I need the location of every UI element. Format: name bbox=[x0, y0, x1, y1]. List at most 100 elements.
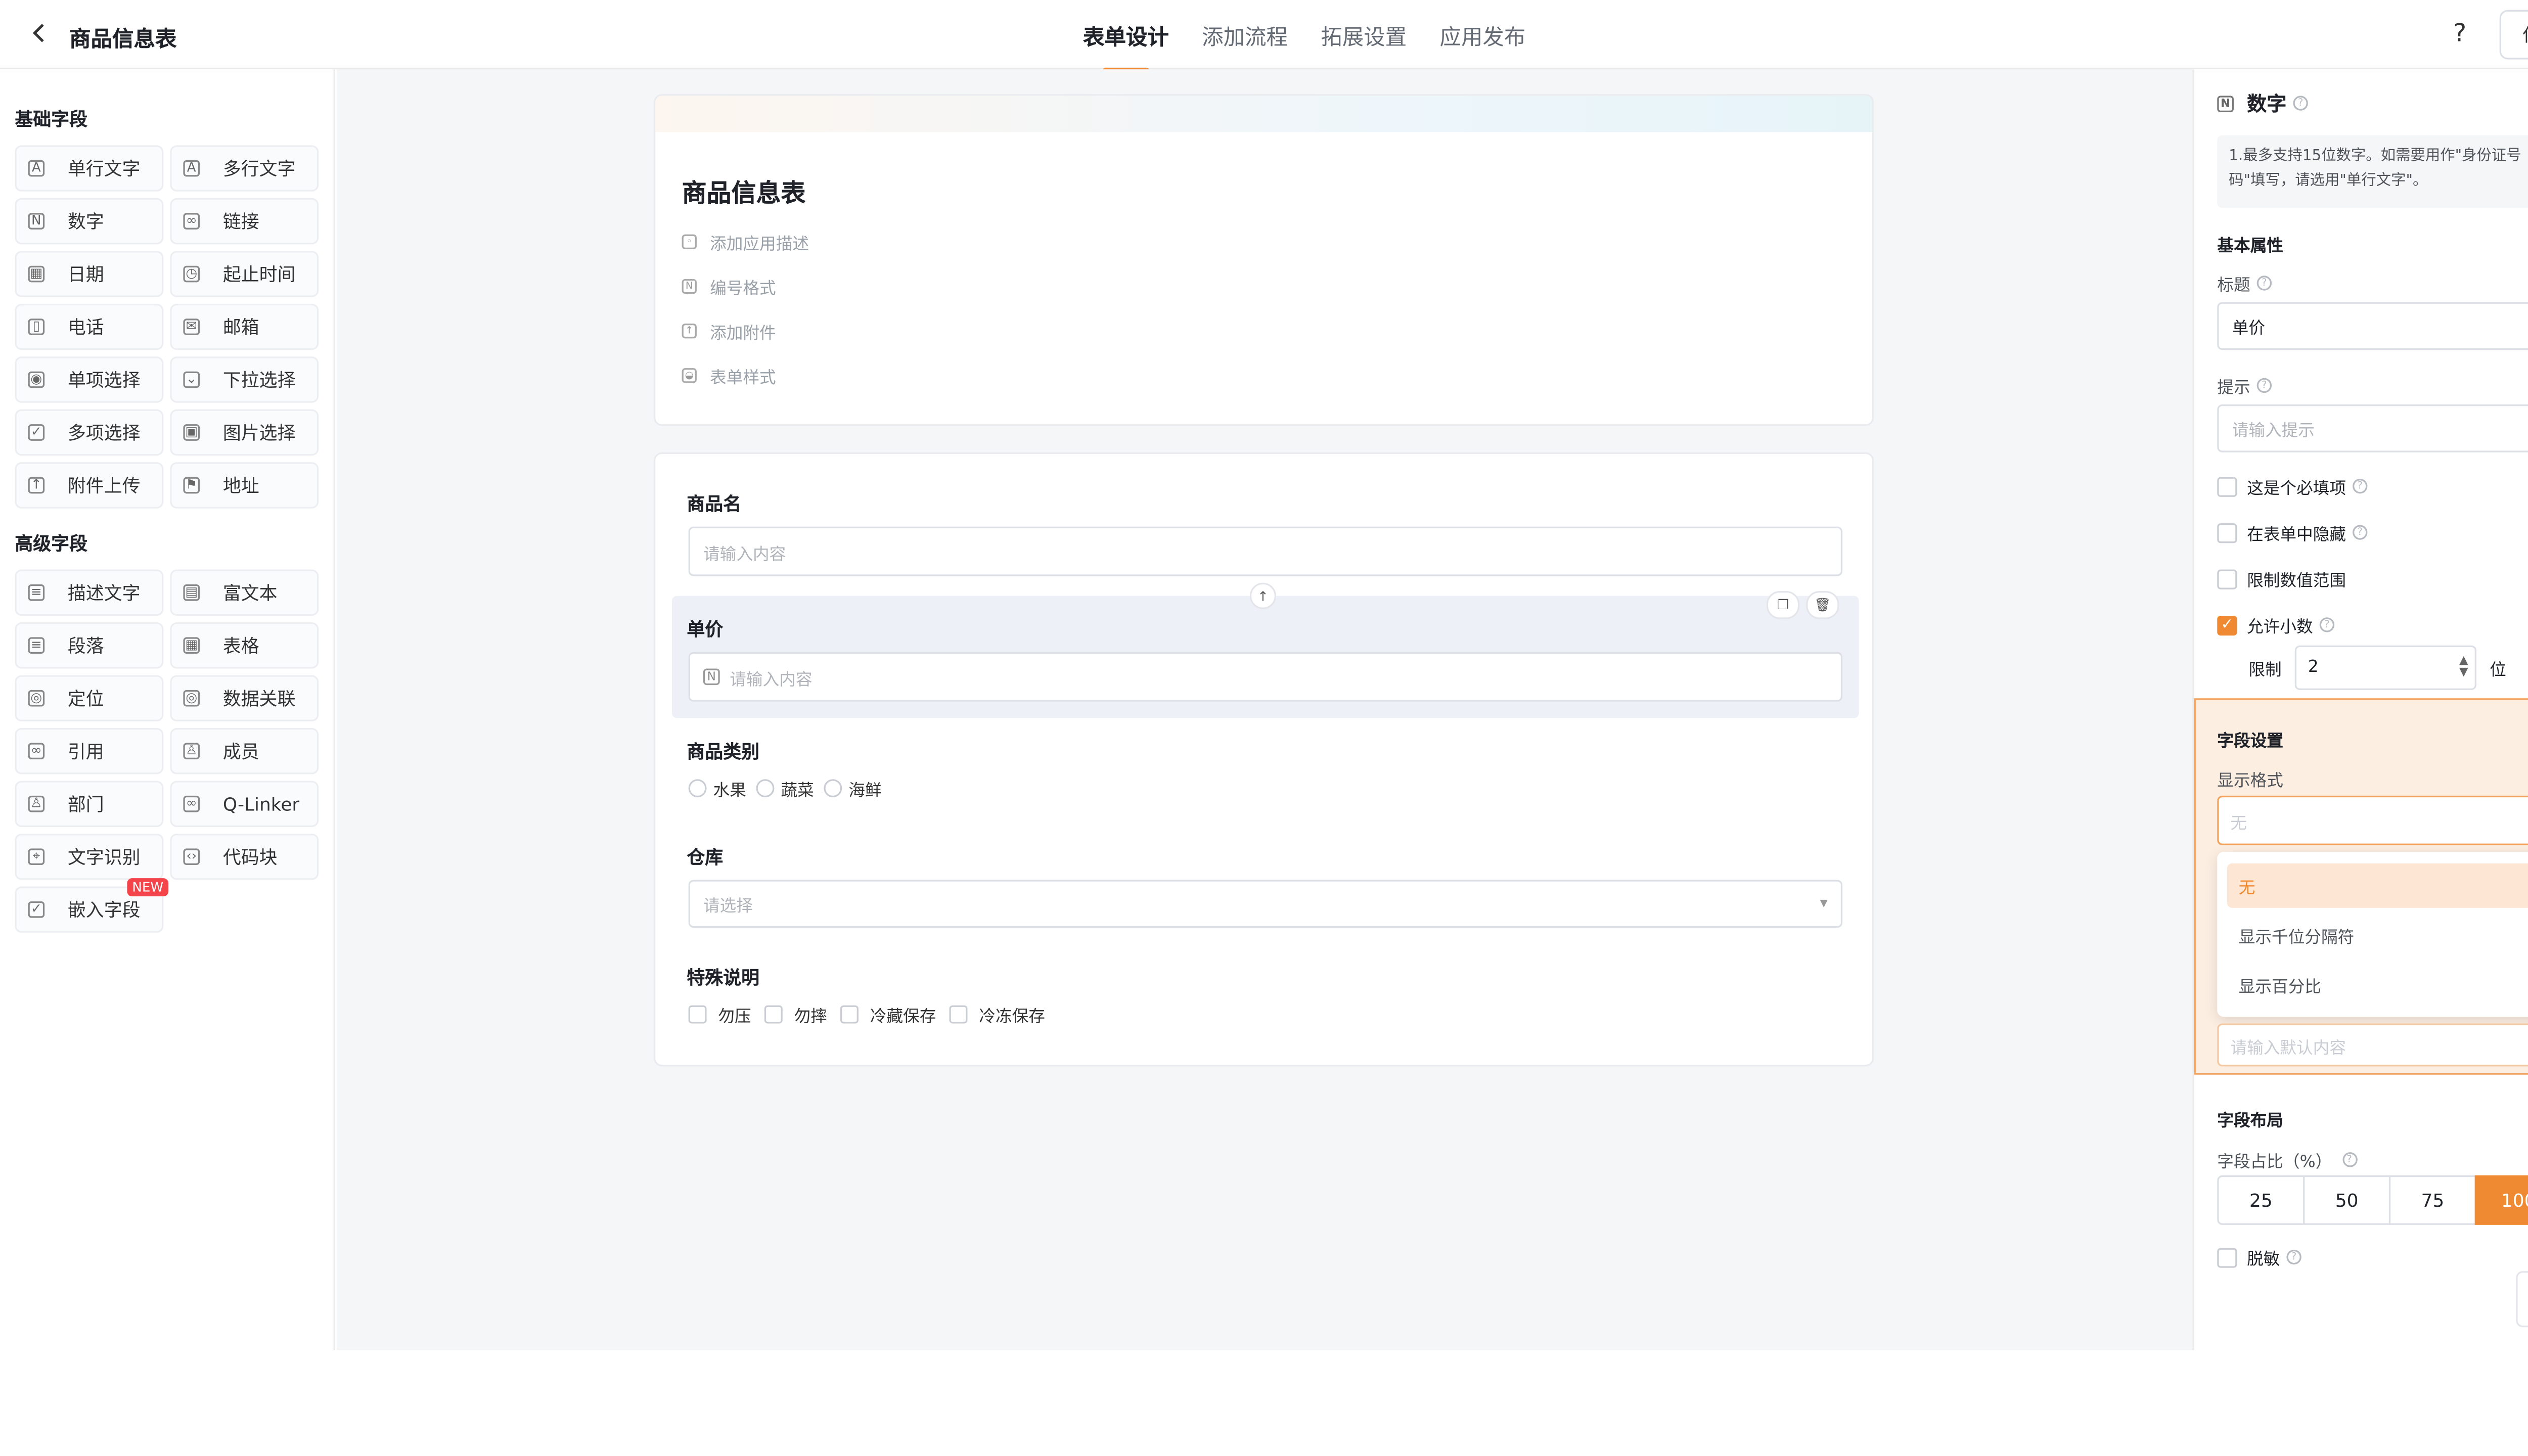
field-item-phone[interactable]: ▯ 电话 bbox=[15, 303, 164, 350]
dropdown-option[interactable]: 显示千位分隔符 bbox=[2227, 913, 2528, 958]
field-item-data-link[interactable]: ◎ 数据关联 bbox=[170, 675, 319, 721]
limit-unit: 位 bbox=[2490, 662, 2506, 680]
field-item-ocr[interactable]: ⌖ 文字识别 bbox=[15, 833, 164, 880]
help-icon[interactable]: ? bbox=[2353, 478, 2368, 494]
field-item-embed[interactable]: ✓ 嵌入字段 NEW bbox=[15, 878, 169, 933]
field-item-number[interactable]: N 数字 bbox=[15, 198, 164, 245]
radio-option[interactable]: 水果 bbox=[688, 776, 746, 801]
tab-publish[interactable]: 应用发布 bbox=[1439, 20, 1525, 69]
title-label: 标题? bbox=[2217, 271, 2272, 295]
field-item-single-line-text[interactable]: A 单行文字 bbox=[15, 145, 164, 192]
form-canvas: 商品信息表 ◦ 添加应用描述 N 编号格式 ↑ 添加附件 ◒ 表单样式 商品名 请输入内… bbox=[337, 69, 2193, 1351]
ratio-option[interactable]: 100 bbox=[2474, 1175, 2528, 1225]
allow-decimal-checkbox[interactable]: ✓ 允许小数? bbox=[2217, 612, 2335, 637]
checkbox-option[interactable]: 冷冻保存 bbox=[949, 1002, 1045, 1027]
field-item-code-block[interactable]: ‹› 代码块 bbox=[170, 833, 319, 880]
tab-extension-settings[interactable]: 拓展设置 bbox=[1321, 20, 1407, 69]
field-item-time-range[interactable]: ◷ 起止时间 bbox=[170, 251, 319, 297]
copy-icon[interactable]: ❐ bbox=[1766, 590, 1800, 619]
upload-icon: ↑ bbox=[28, 477, 45, 494]
field-item-description[interactable]: ≡ 描述文字 bbox=[15, 569, 164, 616]
display-format-label: 显示格式 bbox=[2217, 772, 2283, 791]
help-icon[interactable]: ? bbox=[2453, 18, 2466, 48]
field-item-single-choice[interactable]: ◉ 单项选择 bbox=[15, 356, 164, 403]
field-item-multi-line-text[interactable]: A 多行文字 bbox=[170, 145, 319, 192]
location-icon: ⚑ bbox=[183, 477, 200, 494]
ratio-option[interactable]: 50 bbox=[2303, 1175, 2391, 1225]
field-item-dropdown[interactable]: ⌄ 下拉选择 bbox=[170, 356, 319, 403]
q-linker-icon: ∞ bbox=[183, 795, 200, 812]
add-description-link[interactable]: ◦ 添加应用描述 bbox=[682, 230, 809, 254]
limit-range-checkbox[interactable]: 限制数值范围 bbox=[2217, 566, 2346, 591]
department-icon: ♙ bbox=[28, 795, 45, 812]
radio-circle bbox=[756, 779, 775, 798]
move-up-icon[interactable]: ↑ bbox=[1249, 582, 1277, 609]
product-name-input[interactable]: 请输入内容 bbox=[688, 526, 1843, 576]
title-input[interactable]: 单价 bbox=[2217, 302, 2528, 350]
field-settings-title: 字段设置 bbox=[2217, 733, 2283, 751]
palette-icon: ◒ bbox=[682, 368, 697, 383]
form-style-link[interactable]: ◒ 表单样式 bbox=[682, 363, 776, 388]
code-icon: ‹› bbox=[183, 848, 200, 866]
hide-in-form-checkbox[interactable]: 在表单中隐藏? bbox=[2217, 520, 2368, 545]
field-item-department[interactable]: ♙ 部门 bbox=[15, 781, 164, 827]
field-item-image-choice[interactable]: ▣ 图片选择 bbox=[170, 409, 319, 456]
help-icon[interactable]: ? bbox=[2256, 378, 2272, 393]
number-icon: N bbox=[682, 279, 697, 294]
field-item-link[interactable]: ∞ 链接 bbox=[170, 198, 319, 245]
field-item-rich-text[interactable]: ▤ 富文本 bbox=[170, 569, 319, 616]
tab-form-design[interactable]: 表单设计 bbox=[1083, 20, 1169, 73]
field-item-paragraph[interactable]: ≡ 段落 bbox=[15, 622, 164, 669]
number-format-link[interactable]: N 编号格式 bbox=[682, 274, 776, 299]
ratio-option[interactable]: 25 bbox=[2217, 1175, 2305, 1225]
required-checkbox[interactable]: 这是个必填项? bbox=[2217, 474, 2368, 498]
field-item-q-linker[interactable]: ∞ Q-Linker bbox=[170, 781, 319, 827]
default-value-input[interactable]: 请输入默认内容 bbox=[2217, 1023, 2528, 1067]
option-label: 勿摔 bbox=[794, 1009, 827, 1027]
dropdown-option[interactable]: 无 bbox=[2227, 863, 2528, 908]
radio-option[interactable]: 蔬菜 bbox=[756, 776, 814, 801]
help-icon[interactable]: ? bbox=[2319, 617, 2335, 632]
field-item-address[interactable]: ⚑ 地址 bbox=[170, 462, 319, 509]
form-title[interactable]: 商品信息表 bbox=[682, 175, 806, 210]
basic-fields-title: 基础字段 bbox=[15, 109, 88, 130]
help-icon[interactable]: ? bbox=[2293, 96, 2308, 111]
field-item-attachment[interactable]: ↑ 附件上传 bbox=[15, 462, 164, 509]
display-format-select[interactable]: 无 ▲ bbox=[2217, 795, 2528, 845]
field-item-geolocation[interactable]: ◎ 定位 bbox=[15, 675, 164, 721]
add-attachment-link[interactable]: ↑ 添加附件 bbox=[682, 318, 776, 343]
field-item-date[interactable]: ▦ 日期 bbox=[15, 251, 164, 297]
warehouse-select[interactable]: 请选择 ▼ bbox=[688, 880, 1843, 928]
stepper-icon[interactable]: ▲ ▼ bbox=[2459, 655, 2468, 678]
back-arrow-icon[interactable] bbox=[26, 20, 53, 46]
help-icon[interactable]: ? bbox=[2256, 276, 2272, 291]
help-icon[interactable]: ? bbox=[2353, 525, 2368, 540]
selected-price-field[interactable]: ↑ ❐ 🗑 单价 N 请输入内容 bbox=[671, 582, 1859, 718]
field-item-email[interactable]: ✉ 邮箱 bbox=[170, 303, 319, 350]
price-input[interactable]: N 请输入内容 bbox=[688, 652, 1843, 702]
user-icon: ♙ bbox=[183, 743, 200, 760]
delete-icon[interactable]: 🗑 bbox=[1806, 590, 1839, 619]
checkbox-option[interactable]: 勿摔 bbox=[764, 1002, 827, 1027]
hint-input[interactable]: 请输入提示 bbox=[2217, 404, 2528, 452]
checkbox-option[interactable]: 冷藏保存 bbox=[840, 1002, 936, 1027]
desensitize-checkbox[interactable]: 脱敏? bbox=[2217, 1245, 2301, 1269]
field-palette-sidebar: 基础字段 A 单行文字 A 多行文字 N 数字 ∞ 链接 ▦ 日期 ◷ 起止时间 ▯ 电话 ✉… bbox=[0, 69, 335, 1351]
ratio-option[interactable]: 75 bbox=[2388, 1175, 2476, 1225]
save-button[interactable]: 保存 bbox=[2499, 10, 2528, 60]
radio-option[interactable]: 海鲜 bbox=[824, 776, 882, 801]
dropdown-option[interactable]: 显示百分比 bbox=[2227, 963, 2528, 1007]
phone-icon: ▯ bbox=[28, 318, 45, 335]
hourglass-icon[interactable]: ⧗ bbox=[2516, 1271, 2528, 1328]
field-item-reference[interactable]: ∞ 引用 bbox=[15, 727, 164, 775]
checkbox-option[interactable]: 勿压 bbox=[688, 1002, 751, 1027]
help-icon[interactable]: ? bbox=[2341, 1152, 2357, 1167]
field-item-table[interactable]: ▦ 表格 bbox=[170, 622, 319, 669]
number-icon: N bbox=[703, 668, 720, 686]
decimal-places-input[interactable]: 2 ▲ ▼ bbox=[2294, 645, 2476, 690]
field-item-multi-choice[interactable]: ✓ 多项选择 bbox=[15, 409, 164, 456]
help-icon[interactable]: ? bbox=[2286, 1249, 2301, 1265]
field-item-member[interactable]: ♙ 成员 bbox=[170, 727, 319, 775]
basic-fields-grid: A 单行文字 A 多行文字 N 数字 ∞ 链接 ▦ 日期 ◷ 起止时间 ▯ 电话 ✉ 邮箱 ◉ 单… bbox=[15, 145, 319, 509]
tab-add-workflow[interactable]: 添加流程 bbox=[1202, 20, 1288, 69]
